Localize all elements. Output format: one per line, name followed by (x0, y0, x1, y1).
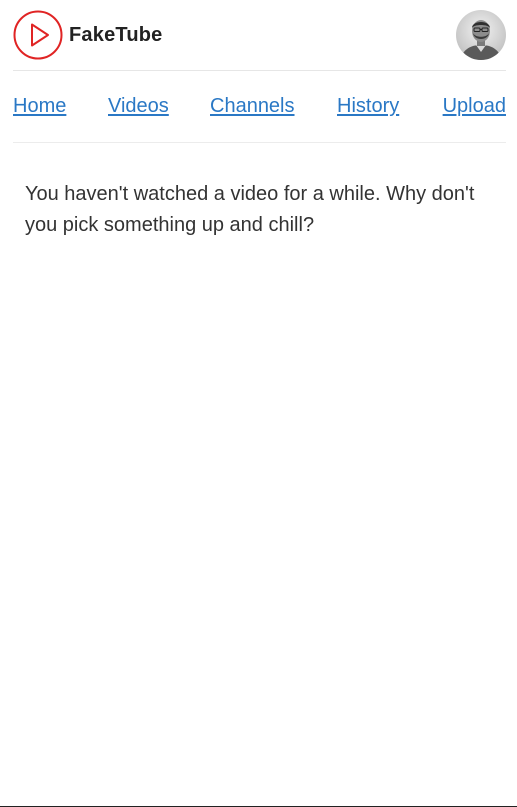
nav-link-home[interactable]: Home (13, 95, 66, 118)
nav-link-channels[interactable]: Channels (210, 95, 295, 118)
nav-link-videos[interactable]: Videos (108, 95, 169, 118)
app-name: FakeTube (69, 23, 163, 46)
site-header: FakeTube (13, 9, 506, 71)
play-circle-icon (13, 10, 63, 60)
user-avatar-button[interactable] (456, 10, 506, 60)
home-logo-link[interactable]: FakeTube (13, 10, 162, 60)
main-nav: Home Videos Channels History Upload (13, 71, 506, 143)
nav-link-upload[interactable]: Upload (443, 95, 506, 118)
empty-history-message: You haven't watched a video for a while.… (25, 183, 475, 236)
nav-link-history[interactable]: History (337, 95, 399, 118)
avatar-icon (456, 10, 506, 60)
